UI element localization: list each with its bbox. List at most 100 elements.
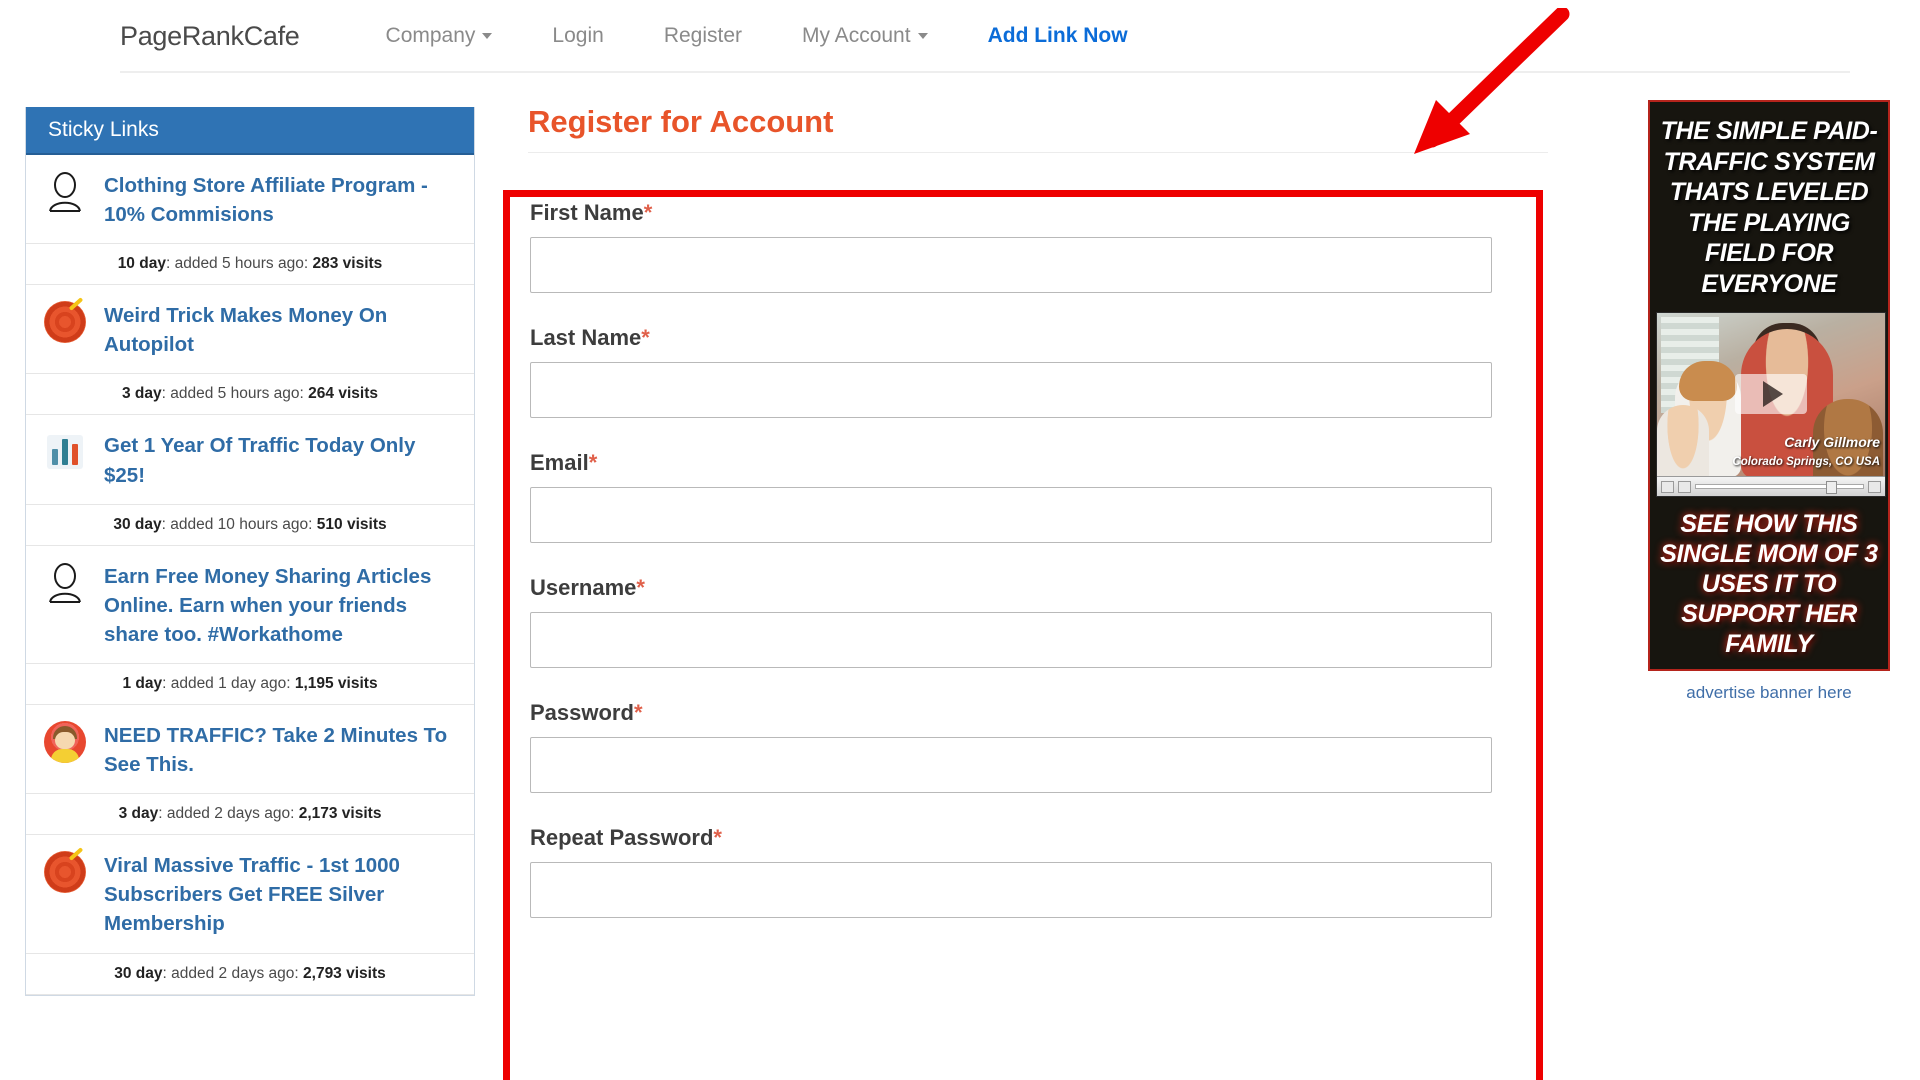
sticky-link-title[interactable]: Get 1 Year Of Traffic Today Only $25! xyxy=(104,429,456,489)
top-navbar: PageRankCafe Company Login Register My A… xyxy=(0,0,1920,73)
stat-added: added 2 days ago xyxy=(171,964,295,982)
sticky-link-title[interactable]: Viral Massive Traffic - 1st 1000 Subscri… xyxy=(104,849,456,938)
field-label: Repeat Password* xyxy=(530,825,1542,851)
video-person-name: Carly Gillmore xyxy=(1784,434,1880,451)
stat-visits: 283 visits xyxy=(312,255,383,273)
stat-visits: 1,195 visits xyxy=(294,674,378,692)
stop-button-small[interactable] xyxy=(1678,480,1691,493)
password-input[interactable] xyxy=(530,737,1492,793)
stat-added: added 2 days ago xyxy=(166,805,291,823)
required-asterisk: * xyxy=(588,450,598,475)
field-label: Username* xyxy=(530,575,1542,601)
form-field-email: Email* xyxy=(530,450,1542,543)
list-item[interactable]: Get 1 Year Of Traffic Today Only $25! xyxy=(26,415,474,505)
nav-item-company[interactable]: Company xyxy=(356,24,523,48)
add-link-now-button[interactable]: Add Link Now xyxy=(958,24,1158,48)
stat-period: 30 day xyxy=(113,515,162,533)
sticky-link-title[interactable]: Earn Free Money Sharing Articles Online.… xyxy=(104,560,456,649)
play-icon[interactable] xyxy=(1735,373,1807,414)
field-label-text: Repeat Password xyxy=(530,825,714,850)
video-controls-bar[interactable] xyxy=(1657,476,1885,496)
repeat-password-input[interactable] xyxy=(530,862,1492,918)
nav-item-my-account[interactable]: My Account xyxy=(772,24,958,48)
nav-items-container: PageRankCafe Company Login Register My A… xyxy=(120,0,1158,72)
form-field-last-name: Last Name* xyxy=(530,325,1542,418)
sidebar-header: Sticky Links xyxy=(26,107,474,155)
stat-added: added 5 hours ago xyxy=(174,255,304,273)
nav-item-company-label: Company xyxy=(385,24,476,47)
last-name-input[interactable] xyxy=(530,362,1492,418)
list-item[interactable]: Viral Massive Traffic - 1st 1000 Subscri… xyxy=(26,835,474,954)
field-label: First Name* xyxy=(530,200,1542,226)
required-asterisk: * xyxy=(641,325,650,350)
list-item[interactable]: Earn Free Money Sharing Articles Online.… xyxy=(26,546,474,664)
registration-form: First Name* Last Name* Email* Username* … xyxy=(530,200,1542,950)
username-input[interactable] xyxy=(530,612,1492,668)
required-asterisk: * xyxy=(713,825,722,850)
video-caption: Carly Gillmore Colorado Springs, CO USA xyxy=(1732,434,1880,470)
ad-headline: THE SIMPLE PAID-TRAFFIC SYSTEM THATS LEV… xyxy=(1660,117,1878,298)
required-asterisk: * xyxy=(643,200,653,225)
nav-item-my-account-label: My Account xyxy=(802,24,911,47)
form-field-username: Username* xyxy=(530,575,1542,668)
sticky-link-stat: 30 day: added 10 hours ago: 510 visits xyxy=(26,505,474,546)
person-icon xyxy=(42,560,88,606)
form-field-repeat-password: Repeat Password* xyxy=(530,825,1542,918)
sticky-link-stat: 30 day: added 2 days ago: 2,793 visits xyxy=(26,954,474,995)
required-asterisk: * xyxy=(636,575,645,600)
nav-item-login[interactable]: Login xyxy=(522,24,633,48)
sticky-link-title[interactable]: NEED TRAFFIC? Take 2 Minutes To See This… xyxy=(104,719,456,779)
sticky-links-sidebar: Sticky Links Clothing Store Affiliate Pr… xyxy=(25,107,475,996)
ad-banner[interactable]: THE SIMPLE PAID-TRAFFIC SYSTEM THATS LEV… xyxy=(1648,100,1890,671)
sticky-link-stat: 10 day: added 5 hours ago: 283 visits xyxy=(26,244,474,286)
site-brand[interactable]: PageRankCafe xyxy=(120,21,356,52)
field-label-text: Email xyxy=(530,450,589,475)
email-input[interactable] xyxy=(530,487,1492,543)
field-label-text: Username xyxy=(530,575,637,600)
stat-added: added 10 hours ago xyxy=(170,515,309,533)
nav-divider xyxy=(120,71,1850,73)
ad-subline: SEE HOW THIS SINGLE MOM OF 3 USES IT TO … xyxy=(1660,510,1878,658)
stat-period: 10 day xyxy=(117,255,166,273)
form-field-first-name: First Name* xyxy=(530,200,1542,293)
sticky-link-stat: 1 day: added 1 day ago: 1,195 visits xyxy=(26,664,474,705)
sticky-link-stat: 3 day: added 5 hours ago: 264 visits xyxy=(26,374,474,416)
stat-added: added 5 hours ago xyxy=(170,385,300,403)
field-label-text: Password xyxy=(530,700,634,725)
avatar-icon xyxy=(42,719,88,765)
slider-knob[interactable] xyxy=(1826,481,1838,494)
nav-item-register[interactable]: Register xyxy=(634,24,772,48)
list-item[interactable]: Clothing Store Affiliate Program - 10% C… xyxy=(26,155,474,245)
stat-added: added 1 day ago xyxy=(170,674,287,692)
field-label-text: Last Name xyxy=(530,325,642,350)
stat-visits: 510 visits xyxy=(316,515,387,533)
video-progress-slider[interactable] xyxy=(1695,481,1864,494)
advertise-banner-here-link[interactable]: advertise banner here xyxy=(1648,683,1890,703)
play-button-small[interactable] xyxy=(1661,480,1674,493)
chevron-down-icon xyxy=(917,33,928,40)
list-item[interactable]: Weird Trick Makes Money On Autopilot xyxy=(26,285,474,375)
stat-visits: 2,793 visits xyxy=(303,964,386,982)
target-icon xyxy=(42,849,88,895)
field-label: Password* xyxy=(530,700,1542,726)
field-label: Last Name* xyxy=(530,325,1542,351)
first-name-input[interactable] xyxy=(530,237,1492,293)
stat-visits: 264 visits xyxy=(308,385,378,403)
stat-period: 30 day xyxy=(114,964,163,982)
person-icon xyxy=(42,169,88,215)
required-asterisk: * xyxy=(633,700,643,725)
page-title: Register for Account xyxy=(528,104,834,139)
field-label-text: First Name xyxy=(530,200,644,225)
sticky-link-title[interactable]: Weird Trick Makes Money On Autopilot xyxy=(104,299,456,359)
ad-video-thumbnail[interactable]: Carly Gillmore Colorado Springs, CO USA xyxy=(1656,312,1886,497)
field-label: Email* xyxy=(530,450,1542,476)
stat-period: 3 day xyxy=(122,385,162,403)
bar-chart-icon xyxy=(42,429,88,475)
advertisement-column: THE SIMPLE PAID-TRAFFIC SYSTEM THATS LEV… xyxy=(1648,100,1890,703)
video-person-location: Colorado Springs, CO USA xyxy=(1732,456,1880,469)
volume-button-small[interactable] xyxy=(1868,480,1881,493)
chevron-down-icon xyxy=(482,33,493,40)
list-item[interactable]: NEED TRAFFIC? Take 2 Minutes To See This… xyxy=(26,705,474,795)
sticky-link-title[interactable]: Clothing Store Affiliate Program - 10% C… xyxy=(104,169,456,229)
stat-visits: 2,173 visits xyxy=(298,805,382,823)
